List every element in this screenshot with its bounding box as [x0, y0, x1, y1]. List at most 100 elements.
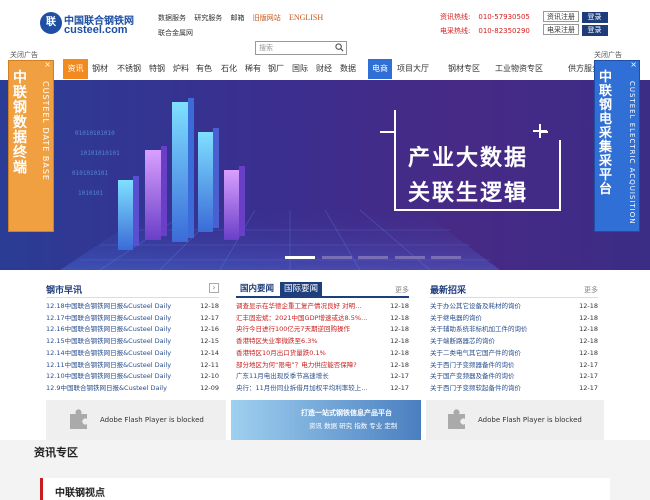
link-english[interactable]: ENGLISH: [289, 13, 323, 22]
more-link-procurement[interactable]: 更多: [584, 285, 598, 295]
pager-dot[interactable]: [431, 256, 462, 259]
nav-news-active[interactable]: 资讯: [63, 59, 88, 79]
hotline-label-2: 电采热线:: [440, 27, 471, 35]
list-item[interactable]: 关于西门子变频软起备件的询价 12-17: [430, 383, 598, 395]
right-side-ad[interactable]: × 中联钢电采集采平台 CUSTEEL ELECTRIC ACQUISITION: [594, 60, 640, 232]
list-item[interactable]: 央行今日进行100亿元7天期逆回购操作 12-18: [236, 324, 409, 336]
list-item[interactable]: 12.17中国联合钢铁网日报&Custeel Daily 12-17: [46, 313, 219, 325]
center-promo-ad[interactable]: 打造一站式钢铁信息产品平台 资讯 数据 研究 指数 专业 定制: [231, 400, 421, 440]
close-ad-left[interactable]: 关闭广告: [10, 50, 38, 60]
zone-subtitle[interactable]: 中联钢视点: [55, 484, 105, 499]
flash-placeholder-left[interactable]: Adobe Flash Player is blocked: [46, 400, 226, 440]
info-login-button[interactable]: 登录: [581, 12, 608, 23]
zone-card: 中联钢视点: [40, 478, 610, 500]
more-link-news[interactable]: 更多: [395, 285, 409, 295]
list-item[interactable]: 关于继电器的询价 12-18: [430, 313, 598, 325]
promo-line-1: 打造一站式钢铁信息产品平台: [301, 409, 392, 417]
left-ad-subtitle: CUSTEEL DATE BASE: [41, 81, 50, 181]
list-item[interactable]: 12.9中国联合钢铁网日报&Custeel Daily 12-09: [46, 383, 219, 395]
list-item[interactable]: 汇丰固宏斌：2021中国GDP增速或达8.5%… 12-18: [236, 313, 409, 325]
nav-furnace[interactable]: 炉料: [173, 59, 189, 79]
nav-steel-zone[interactable]: 钢材专区: [448, 59, 480, 79]
nav-nonferrous[interactable]: 有色: [196, 59, 212, 79]
nav-mills[interactable]: 钢厂: [268, 59, 284, 79]
nav-finance[interactable]: 财经: [316, 59, 332, 79]
hero-banner[interactable]: 01010101010 10101010101 0101010101 1010101 …: [0, 80, 650, 270]
banner-artwork: 010101010101010101010101010101011010101: [60, 98, 561, 270]
svg-text:1010101: 1010101: [78, 190, 104, 197]
nav-petrochem[interactable]: 石化: [221, 59, 237, 79]
hotline-number-2: 010-82350290: [478, 27, 530, 35]
nav-ecommerce[interactable]: 电商: [368, 59, 392, 79]
list-item[interactable]: 12.16中国联合钢铁网日报&Custeel Daily 12-16: [46, 324, 219, 336]
left-side-ad[interactable]: × 中联钢数据终端 CUSTEEL DATE BASE: [8, 60, 54, 232]
hotline-number-1: 010-57930505: [478, 13, 530, 21]
tab-domestic-news[interactable]: 国内要闻: [236, 282, 278, 297]
tab-international-news[interactable]: 国际要闻: [280, 282, 323, 297]
list-item[interactable]: 12.15中国联合钢铁网日报&Custeel Daily 12-15: [46, 336, 219, 348]
nav-stainless[interactable]: 不锈钢: [117, 59, 141, 79]
list-item[interactable]: 关于辅助系统非标机加工件的询价 12-18: [430, 324, 598, 336]
list-item[interactable]: 香港特区失业率微跌至6.3% 12-18: [236, 336, 409, 348]
link-mail[interactable]: 邮箱: [230, 14, 244, 22]
pager-dot-active[interactable]: [285, 256, 315, 259]
banner-headline-2: 关联生逻辑: [408, 181, 529, 206]
nav-project-hall[interactable]: 项目大厅: [397, 59, 429, 79]
nav-special-steel[interactable]: 特钢: [149, 59, 165, 79]
list-item[interactable]: 关于国产变频器及备件的询价 12-17: [430, 371, 598, 383]
list-item[interactable]: 12.10中国联合钢铁网日报&Custeel Daily 12-10: [46, 371, 219, 383]
section-header-left: 钢市早讯 ›: [46, 283, 219, 298]
pager-dot[interactable]: [321, 256, 352, 259]
list-item[interactable]: 香港特区10月出口货量跌0.1% 12-18: [236, 348, 409, 360]
list-item[interactable]: 关于办公其它设备及耗材的询价 12-18: [430, 301, 598, 313]
nav-industrial-zone[interactable]: 工业物资专区: [495, 59, 543, 79]
link-old-site[interactable]: 旧版网站: [253, 14, 281, 22]
list-item[interactable]: 12.18中国联合钢铁网日报&Custeel Daily 12-18: [46, 301, 219, 313]
logo-mark-icon: 联: [40, 12, 62, 34]
ecom-login-button[interactable]: 登录: [581, 25, 608, 36]
svg-text:10101010101: 10101010101: [80, 150, 120, 157]
banner-pager: [285, 252, 462, 261]
list-item[interactable]: 央行：11月份同业拆借月加权平均利率较上… 12-17: [236, 383, 409, 395]
list-item[interactable]: 关于端断路器芯的询价 12-18: [430, 336, 598, 348]
list-item[interactable]: 12.14中国联合钢铁网日报&Custeel Daily 12-14: [46, 348, 219, 360]
morning-news-list: 12.18中国联合钢铁网日报&Custeel Daily 12-18 12.17中…: [46, 301, 219, 395]
section-title-procurement[interactable]: 最新招采: [430, 286, 466, 296]
main-nav: 资讯 钢材 不锈钢 特钢 炉料 有色 石化 稀有 钢厂 国际 财经 数据 电商 …: [63, 59, 600, 79]
search-icon[interactable]: [335, 43, 344, 52]
news-list: 调查显示在华德企重工复产情况良好 对明… 12-18 汇丰固宏斌：2021中国GD…: [236, 301, 409, 395]
right-ad-title: 中联钢电采集采平台: [599, 70, 613, 197]
nav-rare[interactable]: 稀有: [245, 59, 261, 79]
procurement-list: 关于办公其它设备及耗材的询价 12-18 关于继电器的询价 12-18 关于辅助系统…: [430, 301, 598, 395]
ecom-register-button[interactable]: 电采注册: [543, 24, 579, 35]
logo-en: custeel.com: [64, 24, 128, 36]
list-item[interactable]: 关于西门子变频器备件的询价 12-17: [430, 360, 598, 372]
list-item[interactable]: 广东11月电出现反季节高速增长 12-17: [236, 371, 409, 383]
info-register-button[interactable]: 资讯注册: [543, 11, 579, 22]
link-data-service[interactable]: 数据服务: [158, 14, 186, 22]
pager-dot[interactable]: [394, 256, 425, 259]
nav-steel[interactable]: 钢材: [92, 59, 108, 79]
close-icon[interactable]: ×: [630, 60, 637, 69]
search-input[interactable]: 搜索: [255, 41, 347, 55]
plugin-puzzle-icon: [448, 409, 465, 429]
list-item[interactable]: 关于二类电气其它国产件的询价 12-18: [430, 348, 598, 360]
site-logo[interactable]: 联 中国联合钢铁网 custeel.com: [40, 12, 135, 38]
nav-data[interactable]: 数据: [340, 59, 356, 79]
section-header-middle: 国内要闻 国际要闻 更多: [236, 282, 409, 298]
nav-international[interactable]: 国际: [292, 59, 308, 79]
pager-dot[interactable]: [358, 256, 389, 259]
link-research-service[interactable]: 研究服务: [194, 14, 222, 22]
promo-line-2: 资讯 数据 研究 指数 专业 定制: [309, 422, 398, 430]
top-links: 数据服务 研究服务 邮箱 旧版网站 ENGLISH: [158, 13, 329, 23]
list-item[interactable]: 调查显示在华德企重工复产情况良好 对明… 12-18: [236, 301, 409, 313]
flash-placeholder-right[interactable]: Adobe Flash Player is blocked: [426, 400, 604, 440]
list-item[interactable]: 12.11中国联合钢铁网日报&Custeel Daily 12-11: [46, 360, 219, 372]
svg-text:01010101010: 01010101010: [75, 130, 115, 137]
close-icon[interactable]: ×: [44, 60, 51, 69]
link-metal-net[interactable]: 联合金属网: [158, 28, 193, 38]
chevron-right-icon[interactable]: ›: [209, 283, 219, 293]
right-ad-subtitle: CUSTEEL ELECTRIC ACQUISITION: [628, 81, 636, 225]
list-item[interactable]: 部分地区为何“限电”？电力供应能否保障? 12-18: [236, 360, 409, 372]
section-title-morning-news[interactable]: 钢市早讯: [46, 286, 82, 296]
